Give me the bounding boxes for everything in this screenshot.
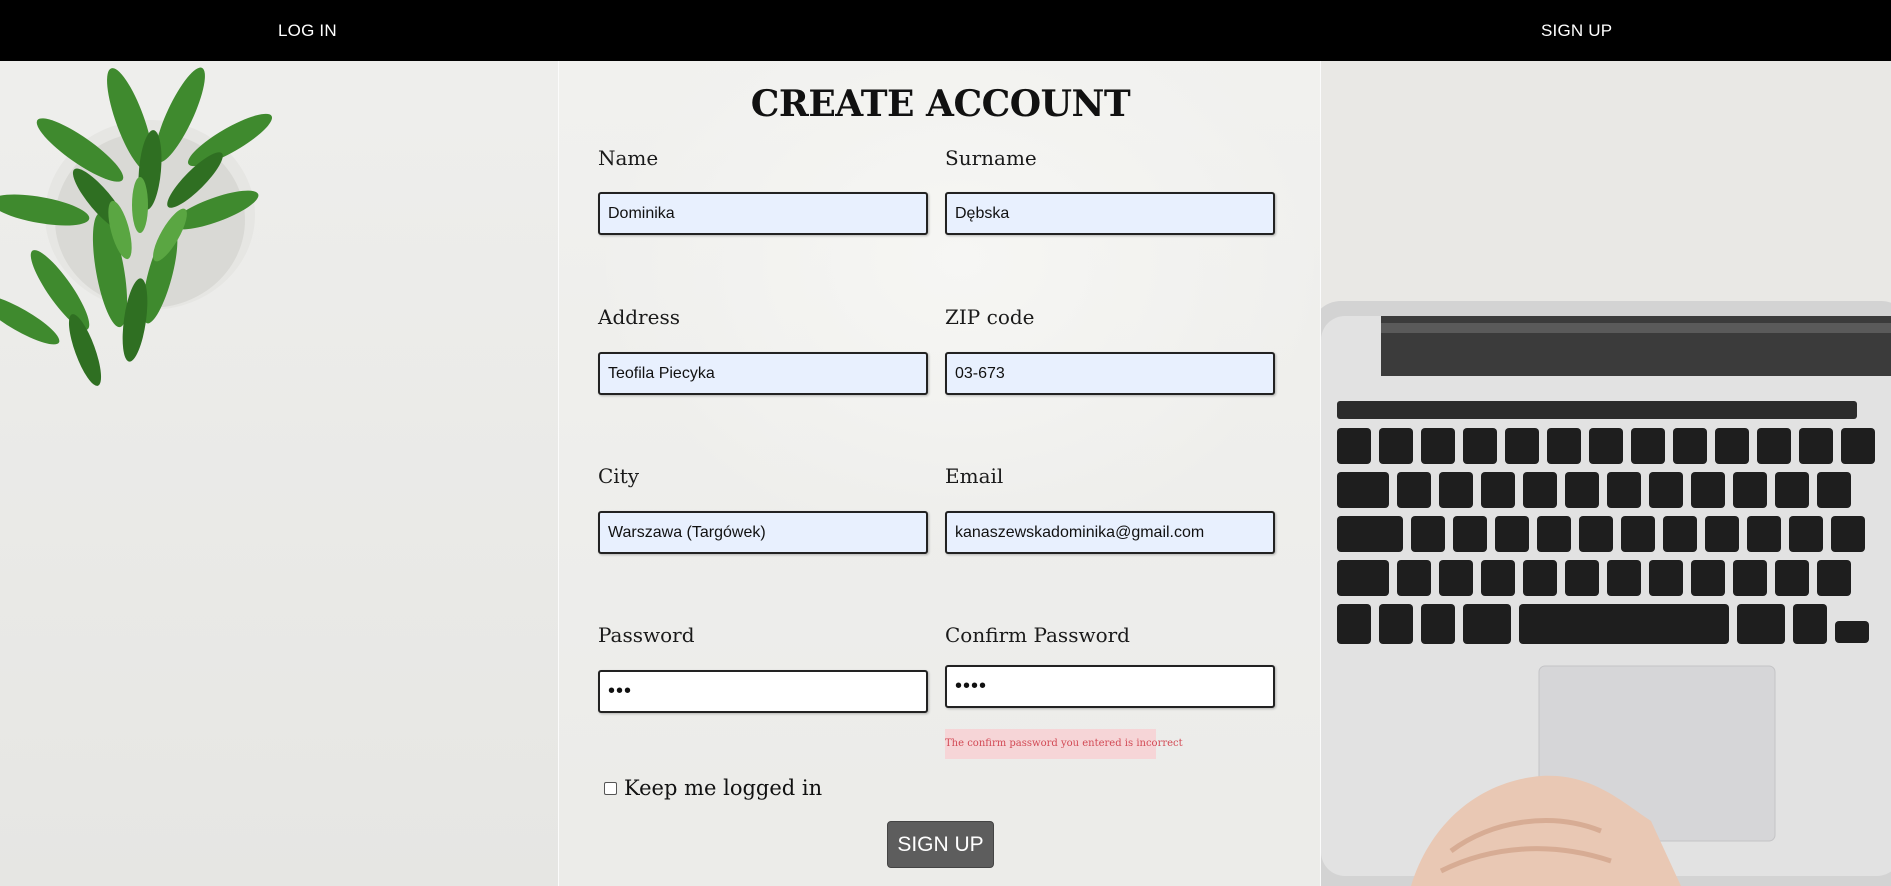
keep-logged-in-checkbox[interactable]	[604, 781, 617, 795]
city-input[interactable]	[598, 511, 928, 554]
name-input[interactable]	[598, 192, 928, 235]
confirm-password-error: The confirm password you entered is inco…	[945, 729, 1183, 759]
address-input[interactable]	[598, 352, 928, 395]
address-label: Address	[598, 305, 680, 329]
signup-submit-button[interactable]: SIGN UP	[887, 821, 994, 868]
signup-form-panel: CREATE ACCOUNT Name Surname Address ZIP …	[558, 61, 1321, 886]
nav-login-link[interactable]: LOG IN	[278, 0, 337, 61]
password-label: Password	[598, 623, 695, 647]
nav-signup-link[interactable]: SIGN UP	[1541, 0, 1612, 61]
zip-input[interactable]	[945, 352, 1275, 395]
keep-logged-in-label: Keep me logged in	[624, 776, 823, 800]
email-label: Email	[945, 464, 1004, 488]
keep-logged-in-row: Keep me logged in	[604, 776, 822, 800]
page-title: CREATE ACCOUNT	[750, 83, 1131, 125]
laptop-decoration-icon	[1321, 61, 1891, 886]
plant-decoration-icon	[0, 67, 272, 386]
top-navigation-bar: LOG IN SIGN UP	[0, 0, 1891, 61]
surname-input[interactable]	[945, 192, 1275, 235]
zip-label: ZIP code	[945, 305, 1035, 329]
name-label: Name	[598, 146, 659, 170]
email-input[interactable]	[945, 511, 1275, 554]
surname-label: Surname	[945, 146, 1037, 170]
city-label: City	[598, 464, 640, 488]
laptop-decoration	[1321, 61, 1891, 886]
password-input[interactable]	[598, 670, 928, 713]
confirm-password-label: Confirm Password	[945, 623, 1130, 647]
confirm-password-input[interactable]	[945, 665, 1275, 708]
